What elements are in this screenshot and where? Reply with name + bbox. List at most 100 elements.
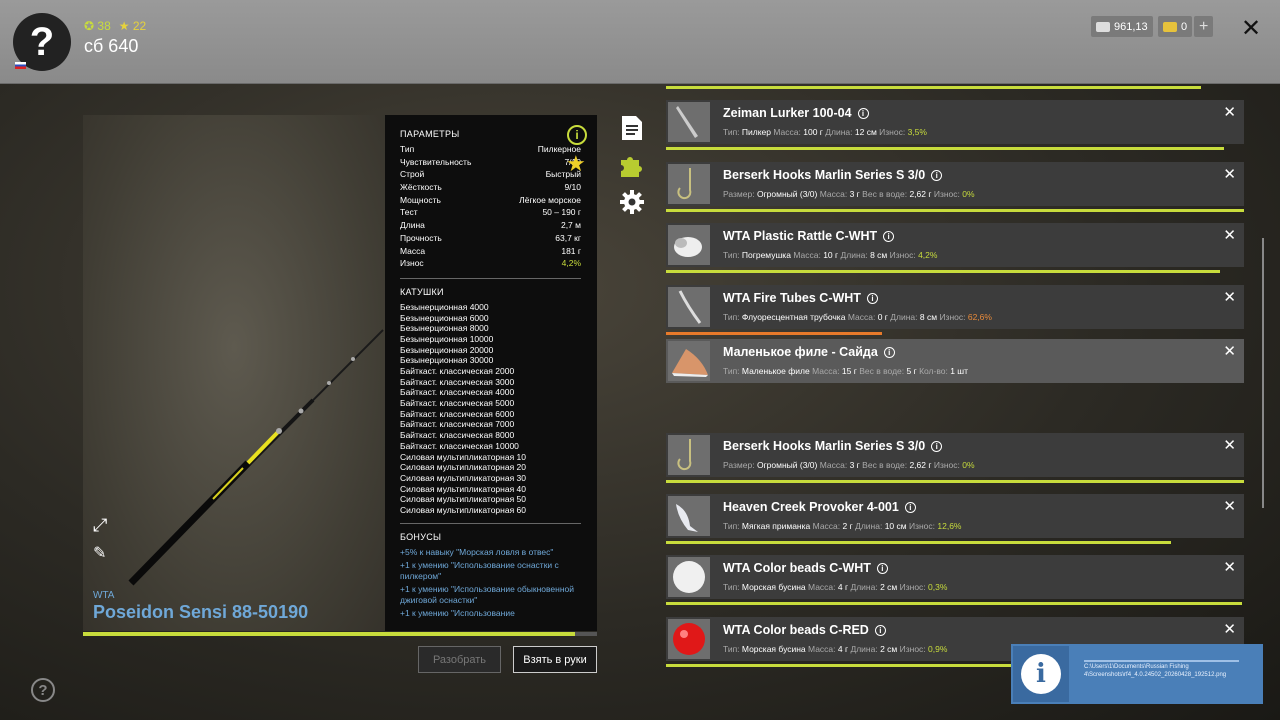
money-counter: 961,13: [1091, 16, 1153, 37]
item-attr-value: 100 г: [803, 127, 823, 137]
item-attr-value: 3,5%: [907, 127, 927, 137]
settings-gear-icon[interactable]: [619, 189, 645, 215]
item-name: WTA Fire Tubes C-WHT i: [723, 291, 878, 305]
item-attr-label: Длина:: [855, 521, 885, 531]
item-attr-label: Тип:: [723, 582, 742, 592]
param-value: 63,7 кг: [555, 232, 581, 243]
item-attr-label: Износ:: [899, 582, 929, 592]
list-item[interactable]: Berserk Hooks Marlin Series S 3/0 i Размер…: [666, 433, 1244, 477]
item-image: [673, 561, 705, 593]
param-label: Длина: [400, 220, 425, 231]
item-durability-bar: [666, 332, 1244, 335]
item-attr-label: Износ:: [939, 312, 968, 322]
info-icon[interactable]: i: [567, 125, 587, 145]
player-stats: ✪ 38 ★ 22: [84, 19, 146, 33]
equipment-list[interactable]: Zeiman Lurker 100-04 i Тип: Пилкер Масса: …: [666, 85, 1244, 720]
remove-item-button[interactable]: ✕: [1223, 288, 1236, 306]
remove-item-button[interactable]: ✕: [1223, 436, 1236, 454]
list-item[interactable]: WTA Color beads C-WHT i Тип: Морская бусин…: [666, 555, 1244, 599]
info-icon[interactable]: i: [931, 170, 943, 181]
item-attr-label: Масса:: [812, 521, 843, 531]
list-item[interactable]: Маленькое филе - Сайда i Тип: Маленькое фи…: [666, 339, 1244, 383]
document-icon[interactable]: [619, 115, 645, 141]
add-gold-button[interactable]: +: [1194, 16, 1214, 37]
item-attr-value: Маленькое филе: [741, 366, 810, 376]
item-image: [677, 439, 692, 471]
param-label: Прочность: [400, 232, 442, 243]
info-icon[interactable]: i: [883, 231, 895, 242]
info-icon[interactable]: i: [883, 347, 895, 358]
reels-list: Безынерционная 4000 Безынерционная 6000 Бе…: [400, 302, 581, 516]
remove-item-button[interactable]: ✕: [1223, 103, 1236, 121]
info-icon[interactable]: i: [866, 293, 878, 304]
repair-tool-icon[interactable]: ✎: [93, 543, 113, 563]
info-icon[interactable]: i: [904, 502, 916, 513]
remove-item-button[interactable]: ✕: [1223, 342, 1236, 360]
remove-item-button[interactable]: ✕: [1223, 620, 1236, 638]
info-icon[interactable]: i: [874, 625, 886, 636]
item-attr-value: 2 см: [880, 582, 898, 592]
info-icon[interactable]: i: [857, 108, 869, 119]
item-attr-label: Размер:: [723, 460, 757, 470]
item-attr-value: 0,9%: [928, 644, 948, 654]
remove-item-button[interactable]: ✕: [1223, 226, 1236, 244]
item-attr-value: 62,6%: [967, 312, 992, 322]
info-icon[interactable]: i: [876, 563, 888, 574]
top-bar: ? ✪ 38 ★ 22 сб 640 961,13 0 + ✕: [0, 0, 1280, 84]
list-item[interactable]: Zeiman Lurker 100-04 i Тип: Пилкер Масса: …: [666, 100, 1244, 144]
param-value: 9/10: [564, 182, 581, 193]
favorite-star-icon[interactable]: ★: [566, 151, 586, 177]
item-image: [678, 290, 702, 324]
item-attr-value: 2,62 г: [909, 189, 932, 199]
remove-item-button[interactable]: ✕: [1223, 558, 1236, 576]
item-attr-value: 0,3%: [928, 582, 948, 592]
item-attr-label: Износ:: [933, 460, 963, 470]
divider: [400, 522, 581, 524]
list-item[interactable]: Heaven Creek Provoker 4-001 i Тип: Мягкая …: [666, 494, 1244, 538]
reel-item: Байткаст. классическая 10000: [400, 440, 519, 451]
reel-item: Безынерционная 4000: [400, 301, 489, 312]
disassemble-button[interactable]: Разобрать: [418, 646, 501, 673]
item-name: Маленькое филе - Сайда i: [723, 345, 895, 359]
puzzle-icon[interactable]: [619, 152, 645, 178]
russia-flag-icon: [15, 62, 26, 69]
reel-item: Байткаст. классическая 4000: [400, 387, 515, 398]
reel-item: Байткаст. классическая 3000: [400, 376, 515, 387]
item-attr-label: Тип:: [723, 127, 742, 137]
item-attr-value: Огромный (3/0): [756, 460, 818, 470]
list-item[interactable]: Berserk Hooks Marlin Series S 3/0 i Размер…: [666, 162, 1244, 206]
item-thumbnail: [668, 496, 710, 536]
item-attr-value: 3 г: [849, 460, 860, 470]
item-description: Тип: Морская бусина Масса: 4 г Длина: 2 …: [723, 644, 947, 654]
item-name: WTA Color beads C-RED i: [723, 623, 886, 637]
list-item[interactable]: WTA Plastic Rattle C-WHT i Тип: Погремушка…: [666, 223, 1244, 267]
param-row: Чувствительность 7/10: [400, 157, 581, 170]
take-in-hands-button[interactable]: Взять в руки: [513, 646, 597, 673]
remove-item-button[interactable]: ✕: [1223, 165, 1236, 183]
item-durability-fill: [666, 147, 1224, 150]
help-icon[interactable]: ?: [31, 678, 55, 702]
item-durability-fill: [666, 541, 1172, 544]
reel-item: Безынерционная 10000: [400, 333, 494, 344]
expand-icon[interactable]: ⤢: [93, 515, 113, 535]
reel-item: Байткаст. классическая 7000: [400, 419, 515, 430]
scrollbar[interactable]: [1262, 238, 1264, 508]
item-thumbnail: [668, 225, 710, 265]
param-row: Тест 50 – 190 г: [400, 207, 581, 220]
item-attr-label: Износ:: [908, 521, 938, 531]
fishing-rod-image: [128, 329, 384, 586]
rod-yellow-wrap: [244, 429, 281, 467]
rod-guide: [298, 408, 304, 414]
close-button[interactable]: ✕: [1241, 14, 1261, 43]
item-durability-fill: [666, 209, 1244, 212]
item-attr-label: Вес в воде:: [862, 460, 910, 470]
remove-item-button[interactable]: ✕: [1223, 497, 1236, 515]
item-durability-fill: [666, 480, 1244, 483]
item-attr-value: Морская бусина: [741, 582, 806, 592]
list-item[interactable]: WTA Fire Tubes C-WHT i Тип: Флуоресцентная…: [666, 285, 1244, 329]
item-durability-fill: [666, 332, 883, 335]
item-attr-label: Износ:: [879, 127, 908, 137]
item-durability-bar: [666, 480, 1244, 483]
silver-coins-icon: [1096, 21, 1110, 32]
info-icon[interactable]: i: [931, 441, 943, 452]
